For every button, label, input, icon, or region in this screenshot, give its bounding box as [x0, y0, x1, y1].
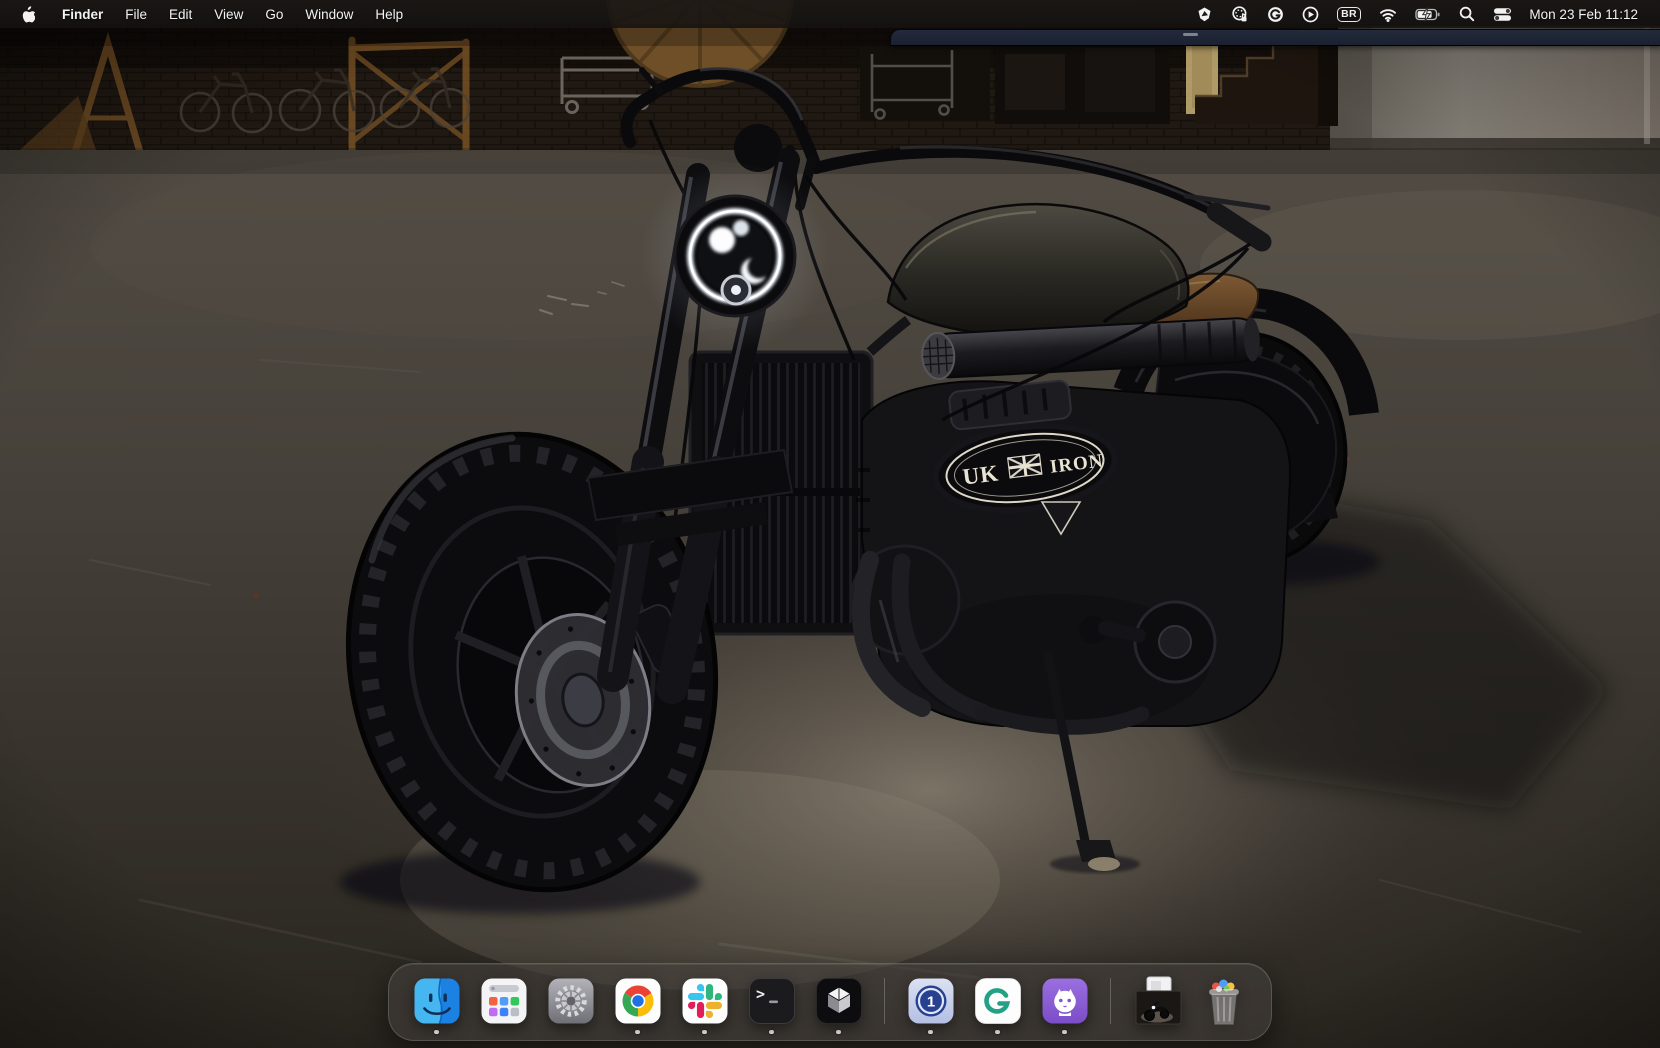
menu-edit[interactable]: Edit — [158, 0, 203, 28]
system-settings-icon — [546, 976, 596, 1026]
dock-item-terminal[interactable]: > — [747, 976, 797, 1035]
cube-app-menu-icon[interactable] — [1187, 0, 1222, 28]
dock-separator — [1110, 978, 1111, 1025]
desktop-wallpaper: UK IRON — [0, 0, 1660, 1048]
grammarly-menu-icon[interactable] — [1258, 0, 1293, 28]
desktop: UK IRON — [0, 0, 1660, 1048]
menu-window[interactable]: Window — [294, 0, 364, 28]
control-center-icon[interactable] — [1484, 0, 1521, 28]
1password-icon: 1 — [906, 976, 956, 1026]
menu-bar-clock[interactable]: Mon 23 Feb 11:12 — [1521, 7, 1648, 22]
privacy-lock-menu-icon[interactable] — [1222, 0, 1258, 28]
dock-item-cube-3d-app[interactable] — [814, 976, 864, 1035]
window-drag-handle — [1183, 33, 1198, 36]
dock-item-github[interactable] — [1040, 976, 1090, 1035]
app-library-icon — [479, 976, 529, 1026]
menu-help[interactable]: Help — [364, 0, 414, 28]
menu-view[interactable]: View — [203, 0, 254, 28]
svg-text:>: > — [756, 985, 765, 1003]
chrome-icon — [613, 976, 663, 1026]
wifi-icon[interactable] — [1370, 0, 1406, 28]
running-indicator — [434, 1030, 439, 1035]
app-menu-finder[interactable]: Finder — [51, 0, 114, 28]
spotlight-icon[interactable] — [1450, 0, 1484, 28]
apple-menu[interactable] — [0, 0, 51, 28]
apple-logo-icon — [20, 5, 35, 23]
dock-item-finder[interactable] — [412, 976, 462, 1035]
dock: > 1 — [388, 963, 1272, 1042]
running-indicator — [769, 1030, 774, 1035]
github-icon — [1040, 976, 1090, 1026]
trash-icon — [1199, 976, 1249, 1026]
dock-item-grammarly[interactable] — [973, 976, 1023, 1035]
running-indicator — [702, 1030, 707, 1035]
menu-go[interactable]: Go — [254, 0, 294, 28]
slack-icon — [680, 976, 730, 1026]
running-indicator — [1062, 1030, 1067, 1035]
background-window-edge[interactable] — [890, 29, 1660, 46]
running-indicator — [836, 1030, 841, 1035]
input-source-badge[interactable]: BR — [1328, 0, 1371, 28]
svg-text:1: 1 — [926, 993, 934, 1010]
running-indicator — [635, 1030, 640, 1035]
dock-item-downloads[interactable] — [1132, 976, 1182, 1035]
grammarly-icon — [973, 976, 1023, 1026]
running-indicator — [928, 1030, 933, 1035]
terminal-icon: > — [747, 976, 797, 1026]
play-menu-icon[interactable] — [1293, 0, 1328, 28]
dock-item-app-library[interactable] — [479, 976, 529, 1035]
dock-item-1password[interactable]: 1 — [906, 976, 956, 1035]
dock-separator — [884, 978, 885, 1025]
dock-item-slack[interactable] — [680, 976, 730, 1035]
dock-item-system-settings[interactable] — [546, 976, 596, 1035]
downloads-stack-icon — [1132, 976, 1182, 1026]
menu-file[interactable]: File — [114, 0, 158, 28]
dock-item-trash[interactable] — [1199, 976, 1249, 1035]
battery-charging-icon[interactable] — [1406, 0, 1450, 28]
running-indicator — [995, 1030, 1000, 1035]
dock-item-chrome[interactable] — [613, 976, 663, 1035]
cube-3d-app-icon — [814, 976, 864, 1026]
finder-icon — [412, 976, 462, 1026]
menu-bar: Finder File Edit View Go Window Help — [0, 0, 1660, 28]
